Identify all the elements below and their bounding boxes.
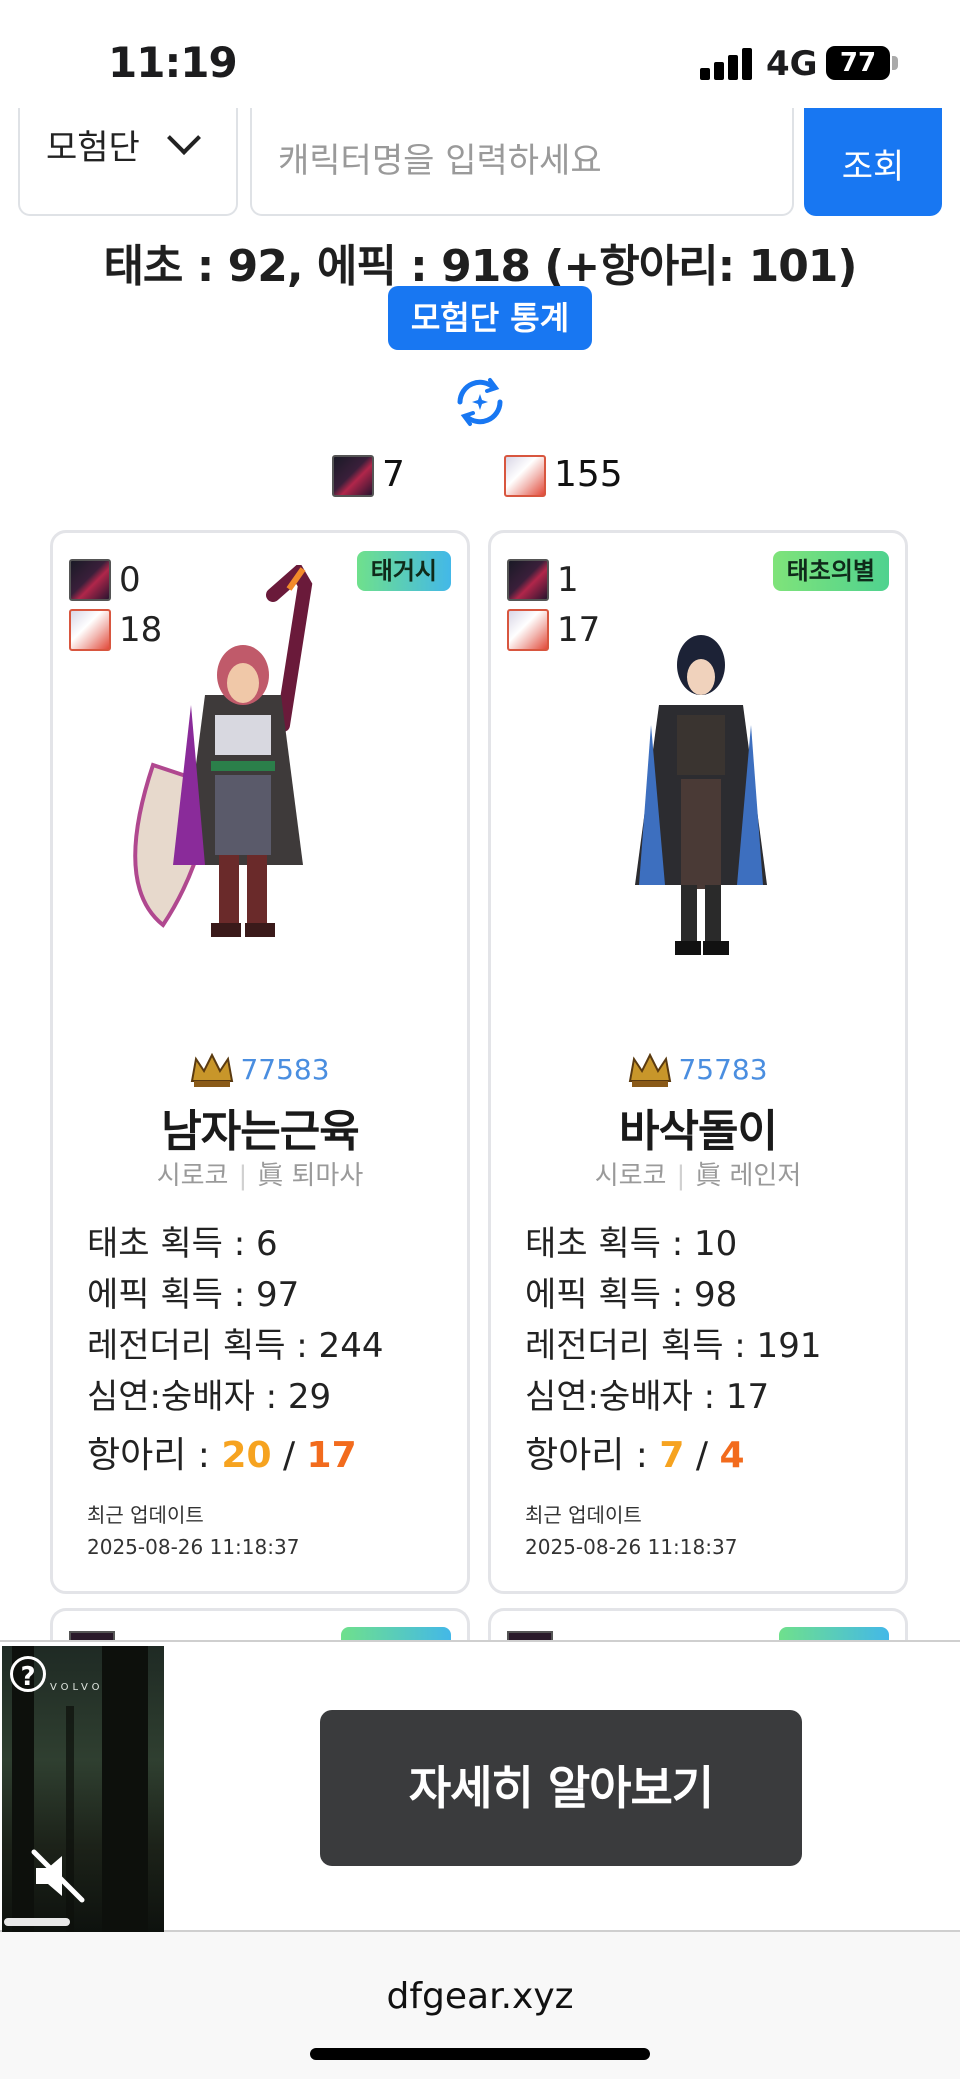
character-card[interactable]: 1 17 태초의별 75783 바삭돌이 시로코 | 眞 레인저 태초 획득 : 1… xyxy=(488,530,908,1594)
last-updated: 최근 업데이트 2025-08-26 11:18:37 xyxy=(87,1503,300,1559)
character-server: 시로코 xyxy=(156,1161,229,1191)
network-label: 4G xyxy=(766,44,818,84)
stat-hang: 항아리 : 20 / 17 xyxy=(87,1435,357,1476)
character-level: 77583 xyxy=(240,1053,330,1086)
chevron-down-icon xyxy=(167,121,201,155)
adventure-stats-button[interactable]: 모험단 통계 xyxy=(388,286,592,350)
learn-more-button[interactable]: 자세히 알아보기 xyxy=(320,1710,802,1866)
home-indicator[interactable] xyxy=(310,2048,650,2060)
stat-taecho: 태초 획득 : 6 xyxy=(87,1224,278,1264)
character-name[interactable]: 남자는근육 xyxy=(53,1095,467,1159)
status-time: 11:19 xyxy=(108,38,238,87)
ad-brand: VOLVO xyxy=(50,1682,104,1693)
status-bar: 11:19 4G 77 xyxy=(0,0,960,118)
character-card[interactable]: 0 18 태거시 77583 남자는근육 시로코 | 眞 퇴마사 태초 획득 : 6… xyxy=(50,530,470,1594)
stat-legendary: 레전더리 획득 : 244 xyxy=(87,1326,384,1366)
stat-hang: 항아리 : 7 / 4 xyxy=(525,1435,745,1476)
stat-simyeon: 심연:숭배자 : 17 xyxy=(525,1377,770,1417)
character-server-job: 시로코 | 眞 레인저 xyxy=(594,1161,802,1191)
total-light-count: 155 xyxy=(504,454,623,504)
signal-icon xyxy=(700,48,752,80)
character-name-input[interactable] xyxy=(250,108,794,216)
ad-video[interactable]: VOLVO ? xyxy=(2,1646,164,1932)
dark-item-icon xyxy=(332,455,374,497)
crown-icon xyxy=(191,1053,234,1087)
total-dark-count: 7 xyxy=(332,454,405,504)
crown-icon xyxy=(629,1053,672,1087)
stat-legendary: 레전더리 획득 : 191 xyxy=(525,1326,822,1366)
character-name[interactable]: 바삭돌이 xyxy=(491,1095,905,1159)
refresh-icon[interactable] xyxy=(450,372,510,432)
character-stats: 태초 획득 : 10 에픽 획득 : 98 레전더리 획득 : 191 심연:숭… xyxy=(525,1219,821,1489)
search-button[interactable]: 조회 xyxy=(804,108,942,216)
character-job: 眞 퇴마사 xyxy=(257,1161,364,1191)
ad-banner[interactable]: VOLVO ? 자세히 알아보기 xyxy=(0,1640,960,1932)
url-text[interactable]: dfgear.xyz xyxy=(0,1976,960,2017)
last-updated: 최근 업데이트 2025-08-26 11:18:37 xyxy=(525,1503,738,1559)
light-item-icon xyxy=(504,455,546,497)
browser-address-bar[interactable]: dfgear.xyz xyxy=(0,1932,960,2079)
help-icon[interactable]: ? xyxy=(10,1656,46,1692)
stat-simyeon: 심연:숭배자 : 29 xyxy=(87,1377,332,1417)
category-select-label: 모험단 xyxy=(46,128,140,168)
battery-icon: 77 xyxy=(826,46,890,80)
character-level: 75783 xyxy=(678,1053,768,1086)
character-stats: 태초 획득 : 6 에픽 획득 : 97 레전더리 획득 : 244 심연:숭배… xyxy=(87,1219,383,1489)
level-row: 77583 xyxy=(53,1053,467,1089)
stat-epic: 에픽 획득 : 97 xyxy=(87,1275,300,1315)
stat-taecho: 태초 획득 : 10 xyxy=(525,1224,738,1264)
character-portrait xyxy=(635,635,767,955)
character-portrait xyxy=(133,565,313,937)
adventure-summary: 태초 : 92, 에픽 : 918 (+항아리: 101) xyxy=(103,241,857,292)
ad-progress xyxy=(4,1918,70,1926)
battery-tip xyxy=(892,56,898,70)
character-server: 시로코 xyxy=(594,1161,667,1191)
character-job: 眞 레인저 xyxy=(695,1161,802,1191)
stat-epic: 에픽 획득 : 98 xyxy=(525,1275,738,1315)
character-server-job: 시로코 | 眞 퇴마사 xyxy=(156,1161,364,1191)
mute-icon[interactable] xyxy=(28,1846,88,1906)
level-row: 75783 xyxy=(491,1053,905,1089)
category-select[interactable]: 모험단 xyxy=(18,108,238,216)
